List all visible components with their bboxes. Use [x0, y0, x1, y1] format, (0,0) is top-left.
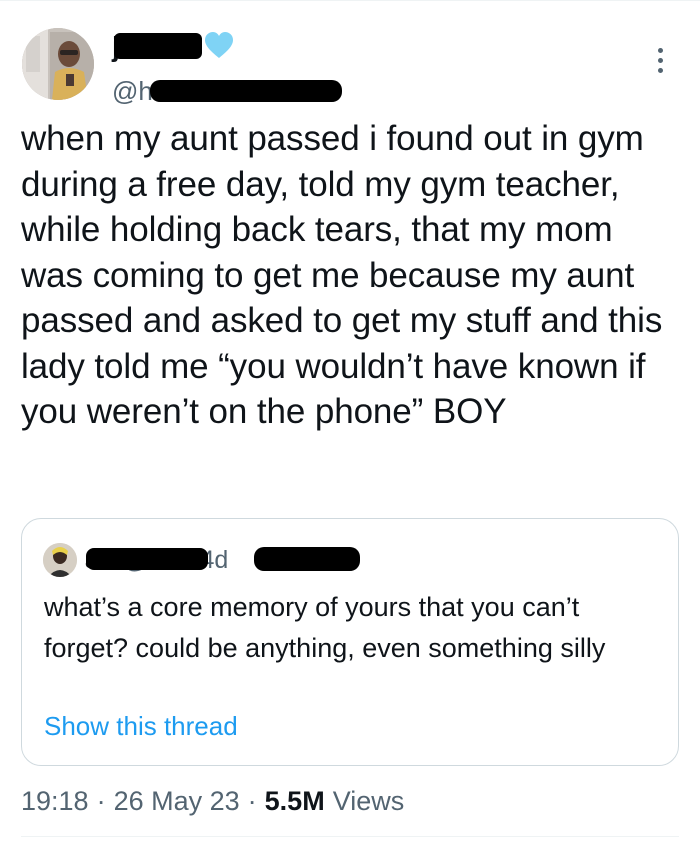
tweet-meta: 19:18 · 26 May 23 · 5.5M Views: [21, 783, 404, 819]
more-vertical-icon[interactable]: [646, 40, 674, 80]
views-label[interactable]: Views: [333, 786, 405, 817]
heart-badge-icon: [205, 32, 233, 58]
avatar-photo: [22, 28, 94, 100]
tweet: j @h when my aunt passed i found out in …: [0, 0, 700, 843]
separator-dot: ·: [247, 785, 257, 816]
more-dot: [657, 57, 663, 63]
author-handle-row[interactable]: @h: [112, 74, 153, 108]
redaction-bar: [254, 547, 360, 571]
quote-author-avatar[interactable]: [43, 543, 77, 577]
redaction-bar: [150, 80, 342, 102]
more-dot: [657, 47, 663, 53]
bottom-divider: [21, 836, 679, 837]
show-thread-link[interactable]: Show this thread: [44, 711, 238, 742]
tweet-text: when my aunt passed i found out in gym d…: [21, 119, 663, 431]
separator-dot: ·: [96, 785, 106, 816]
tweet-date[interactable]: 26 May 23: [114, 786, 240, 817]
quote-avatar-photo: [43, 543, 77, 577]
redaction-bar: [86, 548, 208, 570]
more-dot: [657, 67, 663, 73]
redaction-bar: [114, 33, 202, 59]
author-avatar[interactable]: [22, 28, 94, 100]
top-divider: [0, 0, 700, 1]
quoted-tweet-card[interactable]: a7 @kbi · 4d what’s a core memory of you…: [21, 518, 679, 766]
views-count[interactable]: 5.5M: [265, 786, 325, 817]
author-handle[interactable]: @h: [112, 76, 153, 107]
quote-text: what’s a core memory of yours that you c…: [44, 592, 606, 663]
tweet-time[interactable]: 19:18: [21, 786, 89, 817]
